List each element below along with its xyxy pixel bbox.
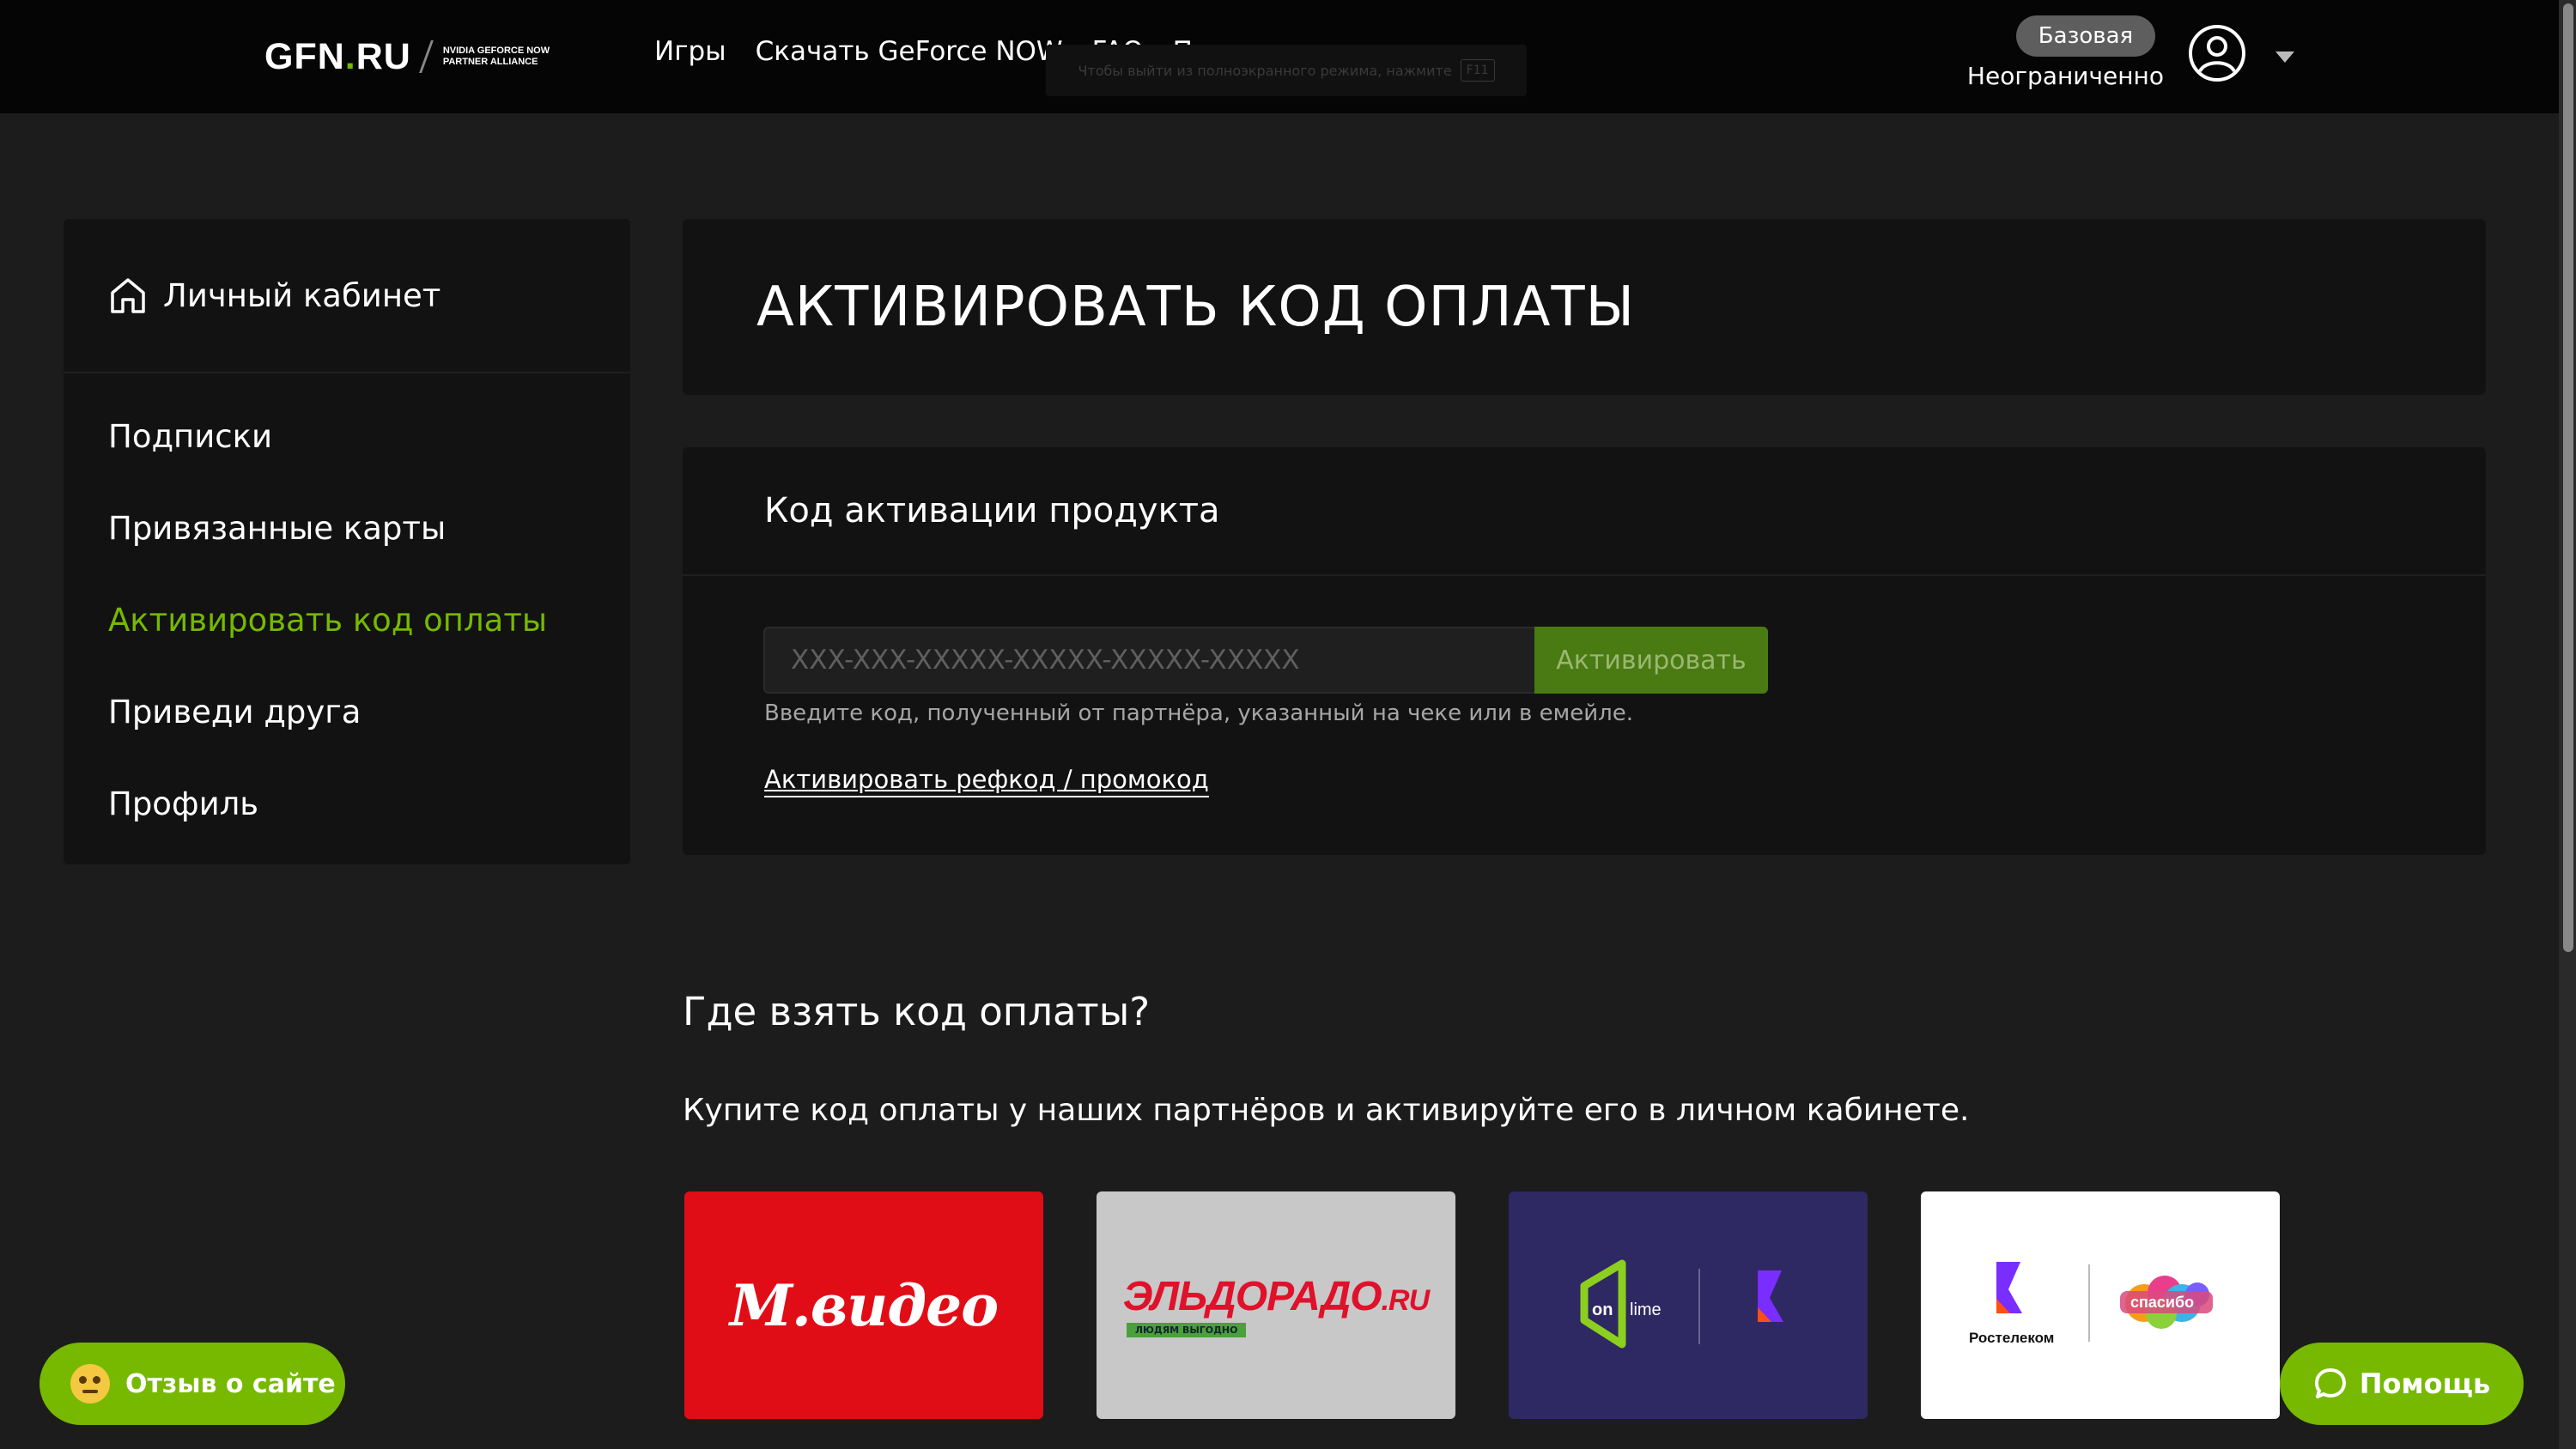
logo-sub-line1: NVIDIA GEFORCE NOW — [442, 45, 550, 56]
nav-download[interactable]: Скачать GeForce NOW — [756, 36, 1063, 67]
page-title-card: АКТИВИРОВАТЬ КОД ОПЛАТЫ — [683, 219, 2486, 395]
top-header: GFN.RU NVIDIA GEFORCE NOW PARTNER ALLIAN… — [0, 0, 2559, 113]
fullscreen-hint-text: Чтобы выйти из полноэкранного режима, на… — [1078, 62, 1452, 79]
rostelecom-name: Ростелеком — [1969, 1330, 2054, 1346]
logo-dot: . — [344, 35, 356, 77]
plan-badge[interactable]: Базовая — [2016, 15, 2155, 57]
partner-card-mvideo[interactable]: М.видео — [684, 1191, 1043, 1419]
activation-code-card: Код активации продукта Активировать Введ… — [683, 447, 2486, 855]
logo-subtitle: NVIDIA GEFORCE NOW PARTNER ALLIANCE — [443, 45, 550, 68]
eldorado-name: ЭЛЬДОРАДО — [1122, 1274, 1382, 1319]
help-chat-button[interactable]: Помощь — [2280, 1343, 2524, 1425]
account-sidebar: Личный кабинет Подписки Привязанные карт… — [64, 219, 630, 864]
sidebar-item-invite-friend[interactable]: Приведи друга — [64, 666, 630, 758]
fullscreen-key: F11 — [1460, 59, 1495, 82]
fullscreen-hint: Чтобы выйти из полноэкранного режима, на… — [1046, 45, 1527, 96]
onlime-prefix: on — [1592, 1300, 1613, 1319]
activation-code-heading: Код активации продукта — [683, 447, 2486, 576]
onlime-word: lime — [1630, 1300, 1662, 1319]
help-chat-label: Помощь — [2359, 1367, 2491, 1400]
activation-code-hint: Введите код, полученный от партнёра, ука… — [764, 700, 1634, 726]
logo-wordmark: GFN.RU — [264, 36, 411, 78]
partner-card-eldorado[interactable]: ЭЛЬДОРАДО.RU ЛЮДЯМ ВЫГОДНО — [1097, 1191, 1455, 1419]
gfn-logo[interactable]: GFN.RU NVIDIA GEFORCE NOW PARTNER ALLIAN… — [264, 33, 550, 81]
site-feedback-button[interactable]: Отзыв о сайте — [39, 1343, 345, 1425]
sidebar-title: Личный кабинет — [163, 276, 441, 314]
activate-button[interactable]: Активировать — [1534, 627, 1768, 694]
eldorado-logo: ЭЛЬДОРАДО.RU ЛЮДЯМ ВЫГОДНО — [1122, 1273, 1431, 1337]
eldorado-suffix: .RU — [1381, 1284, 1431, 1317]
eldorado-tagline: ЛЮДЯМ ВЫГОДНО — [1126, 1323, 1247, 1337]
site-feedback-label: Отзыв о сайте — [125, 1368, 336, 1399]
caret-down-icon[interactable] — [2275, 52, 2294, 63]
sidebar-header[interactable]: Личный кабинет — [64, 219, 630, 373]
thinking-face-icon — [70, 1364, 110, 1404]
where-to-buy-title: Где взять код оплаты? — [683, 989, 1151, 1034]
chat-bubble-icon — [2314, 1368, 2346, 1398]
sidebar-item-linked-cards[interactable]: Привязанные карты — [64, 482, 630, 574]
logo-sub-line2: PARTNER ALLIANCE — [442, 57, 538, 67]
where-to-buy-description: Купите код оплаты у наших партнёров и ак… — [683, 1093, 1970, 1128]
scrollbar-thumb[interactable] — [2563, 3, 2573, 952]
partner-card-onlime[interactable]: on lime — [1509, 1191, 1868, 1419]
sidebar-item-subscriptions[interactable]: Подписки — [64, 391, 630, 482]
promo-code-link[interactable]: Активировать рефкод / промокод — [764, 765, 1209, 797]
sidebar-item-activate-code[interactable]: Активировать код оплаты — [64, 574, 630, 666]
sidebar-item-profile[interactable]: Профиль — [64, 758, 630, 850]
activation-code-input[interactable] — [763, 627, 1536, 694]
home-icon — [111, 278, 145, 313]
user-circle-icon[interactable] — [2188, 24, 2246, 82]
partner-card-rostelecom[interactable]: Ростелеком спасибо — [1921, 1191, 2280, 1419]
page-title: АКТИВИРОВАТЬ КОД ОПЛАТЫ — [756, 276, 1636, 339]
logo-divider — [418, 40, 434, 73]
plan-label: Неограниченно — [1966, 62, 2164, 90]
mvideo-logo: М.видео — [729, 1271, 999, 1339]
logo-main-text: GFN — [264, 35, 345, 77]
onlime-rostelecom-logo: on lime — [1580, 1259, 1783, 1349]
nav-games[interactable]: Игры — [654, 36, 726, 67]
eldorado-wordmark: ЭЛЬДОРАДО.RU — [1122, 1273, 1431, 1320]
spasibo-text: спасибо — [2130, 1294, 2194, 1311]
rostelecom-spasibo-logo: Ростелеком спасибо — [1969, 1262, 2213, 1346]
logo-tld: RU — [355, 35, 411, 77]
sidebar-menu: Подписки Привязанные карты Активировать … — [64, 373, 630, 850]
